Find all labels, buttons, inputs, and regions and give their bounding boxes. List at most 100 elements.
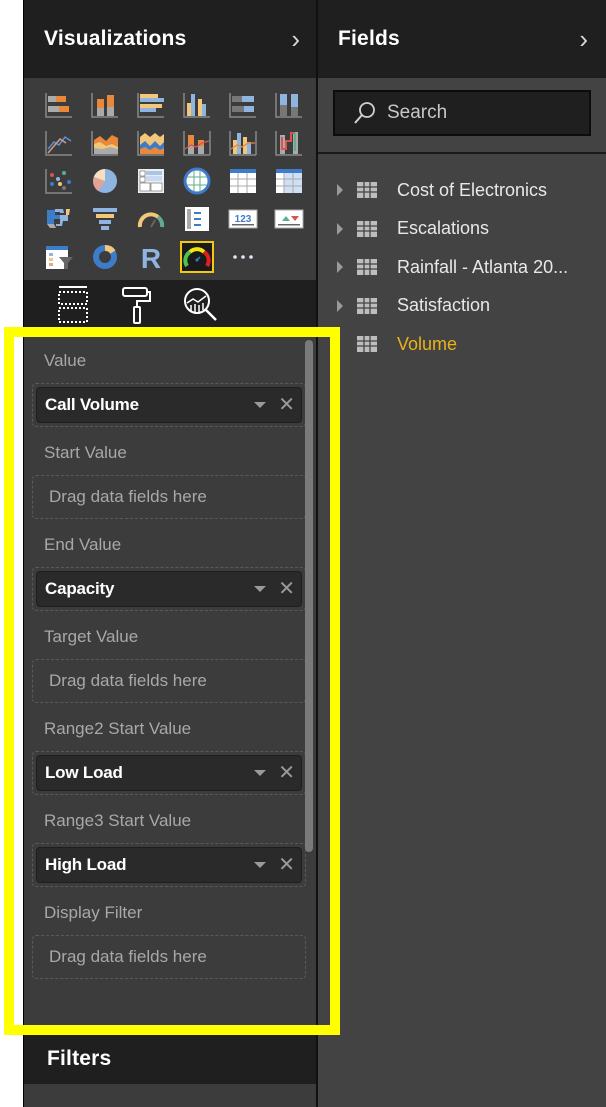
pie-chart-icon[interactable] bbox=[82, 162, 128, 200]
table-visual-icon[interactable] bbox=[220, 162, 266, 200]
well-label: Value bbox=[44, 351, 87, 370]
multi-row-card-icon[interactable] bbox=[174, 200, 220, 238]
field-table-item[interactable]: Escalations bbox=[318, 210, 606, 249]
clustered-column-chart-icon[interactable] bbox=[174, 86, 220, 124]
expand-arrow-icon[interactable] bbox=[337, 261, 343, 274]
visualization-gallery: 123 R bbox=[24, 78, 317, 280]
gauge-icon[interactable] bbox=[128, 200, 174, 238]
more-visuals-icon[interactable] bbox=[220, 238, 266, 276]
field-list: Cost of Electronics Escalations Rainfall… bbox=[318, 154, 606, 364]
well-drop-zone[interactable]: Drag data fields here bbox=[32, 659, 306, 703]
funnel-icon[interactable] bbox=[82, 200, 128, 238]
field-table-item[interactable]: Satisfaction bbox=[318, 287, 606, 326]
line-and-clustered-column-chart-icon[interactable] bbox=[220, 124, 266, 162]
map-icon[interactable] bbox=[174, 162, 220, 200]
field-pill-name: Capacity bbox=[45, 579, 115, 598]
r-script-visual-icon[interactable]: R bbox=[128, 238, 174, 276]
drop-placeholder: Drag data fields here bbox=[49, 487, 207, 506]
dropdown-caret-icon[interactable] bbox=[254, 586, 267, 592]
kpi-icon[interactable] bbox=[266, 200, 312, 238]
line-chart-icon[interactable] bbox=[36, 124, 82, 162]
stacked-bar-chart-icon[interactable] bbox=[36, 86, 82, 124]
field-pill[interactable]: Low Load ✕ bbox=[36, 755, 302, 791]
table-label: Satisfaction bbox=[397, 295, 491, 316]
field-table-item[interactable]: Cost of Electronics bbox=[318, 171, 606, 210]
expand-arrow-icon[interactable] bbox=[337, 184, 343, 197]
remove-field-icon[interactable]: ✕ bbox=[278, 395, 295, 415]
well-drop-zone[interactable]: Drag data fields here bbox=[32, 475, 306, 519]
well-label: Target Value bbox=[44, 627, 139, 646]
remove-field-icon[interactable]: ✕ bbox=[278, 763, 295, 783]
table-label: Volume bbox=[397, 333, 458, 354]
table-label: Rainfall - Atlanta 20... bbox=[397, 256, 569, 277]
field-table-item-active[interactable]: Volume bbox=[318, 325, 606, 364]
well-drop-zone[interactable]: High Load ✕ bbox=[32, 843, 306, 887]
well-end-value: End Value Capacity ✕ bbox=[32, 533, 317, 611]
scatter-chart-icon[interactable] bbox=[36, 162, 82, 200]
visualizations-header: Visualizations › bbox=[24, 0, 316, 78]
expand-arrow-icon[interactable] bbox=[337, 222, 343, 235]
table-icon bbox=[357, 259, 377, 276]
expand-arrow-icon[interactable] bbox=[337, 299, 343, 312]
stacked-column-chart-icon[interactable] bbox=[82, 86, 128, 124]
well-drop-zone[interactable]: Capacity ✕ bbox=[32, 567, 306, 611]
visualizations-title: Visualizations bbox=[44, 27, 187, 50]
format-tab[interactable] bbox=[116, 284, 158, 326]
search-box[interactable] bbox=[333, 90, 591, 136]
donut-chart-icon[interactable] bbox=[82, 238, 128, 276]
field-pill[interactable]: Capacity ✕ bbox=[36, 571, 302, 607]
matrix-icon[interactable] bbox=[266, 162, 312, 200]
field-pill-name: High Load bbox=[45, 855, 127, 874]
paint-roller-icon bbox=[122, 287, 151, 324]
remove-field-icon[interactable]: ✕ bbox=[278, 855, 295, 875]
table-icon bbox=[357, 297, 377, 314]
chevron-right-icon[interactable]: › bbox=[579, 26, 588, 52]
filled-map-icon[interactable] bbox=[36, 200, 82, 238]
100-stacked-column-chart-icon[interactable] bbox=[266, 86, 312, 124]
card-icon[interactable]: 123 bbox=[220, 200, 266, 238]
area-chart-icon[interactable] bbox=[82, 124, 128, 162]
stacked-area-chart-icon[interactable] bbox=[128, 124, 174, 162]
analytics-tab[interactable] bbox=[180, 284, 222, 326]
filters-header[interactable]: Filters bbox=[24, 1034, 317, 1084]
clustered-bar-chart-icon[interactable] bbox=[128, 86, 174, 124]
dropdown-caret-icon[interactable] bbox=[254, 862, 267, 868]
well-display-filter: Display Filter Drag data fields here bbox=[32, 901, 317, 979]
table-icon bbox=[357, 182, 377, 199]
chevron-right-icon[interactable]: › bbox=[291, 26, 300, 52]
wells-scrollbar[interactable] bbox=[305, 340, 313, 852]
fields-icon bbox=[58, 286, 88, 323]
fields-tab[interactable] bbox=[52, 284, 94, 326]
dropdown-caret-icon[interactable] bbox=[254, 402, 267, 408]
field-pill[interactable]: High Load ✕ bbox=[36, 847, 302, 883]
well-label: Start Value bbox=[44, 443, 127, 462]
custom-gauge-icon[interactable] bbox=[174, 238, 220, 276]
slicer-icon[interactable] bbox=[36, 238, 82, 276]
drop-placeholder: Drag data fields here bbox=[49, 947, 207, 966]
svg-text:R: R bbox=[141, 243, 161, 271]
well-target-value: Target Value Drag data fields here bbox=[32, 625, 317, 703]
field-pill[interactable]: Call Volume ✕ bbox=[36, 387, 302, 423]
svg-text:123: 123 bbox=[235, 214, 252, 225]
pane-tabs bbox=[24, 280, 317, 330]
well-drop-zone[interactable]: Drag data fields here bbox=[32, 935, 306, 979]
well-label: Range3 Start Value bbox=[44, 811, 192, 830]
well-drop-zone[interactable]: Low Load ✕ bbox=[32, 751, 306, 795]
remove-field-icon[interactable]: ✕ bbox=[278, 579, 295, 599]
well-range3-start-value: Range3 Start Value High Load ✕ bbox=[32, 809, 317, 887]
field-table-item[interactable]: Rainfall - Atlanta 20... bbox=[318, 248, 606, 287]
ribbon-chart-icon[interactable] bbox=[266, 124, 312, 162]
visualizations-pane: Visualizations › 123 R Value Call Volume… bbox=[23, 0, 317, 1107]
table-icon bbox=[357, 336, 377, 353]
expand-arrow-icon[interactable] bbox=[337, 338, 343, 350]
treemap-icon[interactable] bbox=[128, 162, 174, 200]
well-drop-zone[interactable]: Call Volume ✕ bbox=[32, 383, 306, 427]
field-wells: Value Call Volume ✕ Start Value Drag dat… bbox=[24, 337, 317, 1027]
100-stacked-bar-chart-icon[interactable] bbox=[220, 86, 266, 124]
filters-body bbox=[24, 1084, 317, 1107]
search-input[interactable] bbox=[387, 102, 587, 124]
fields-title: Fields bbox=[338, 27, 400, 50]
well-range2-start-value: Range2 Start Value Low Load ✕ bbox=[32, 717, 317, 795]
line-and-stacked-column-chart-icon[interactable] bbox=[174, 124, 220, 162]
dropdown-caret-icon[interactable] bbox=[254, 770, 267, 776]
